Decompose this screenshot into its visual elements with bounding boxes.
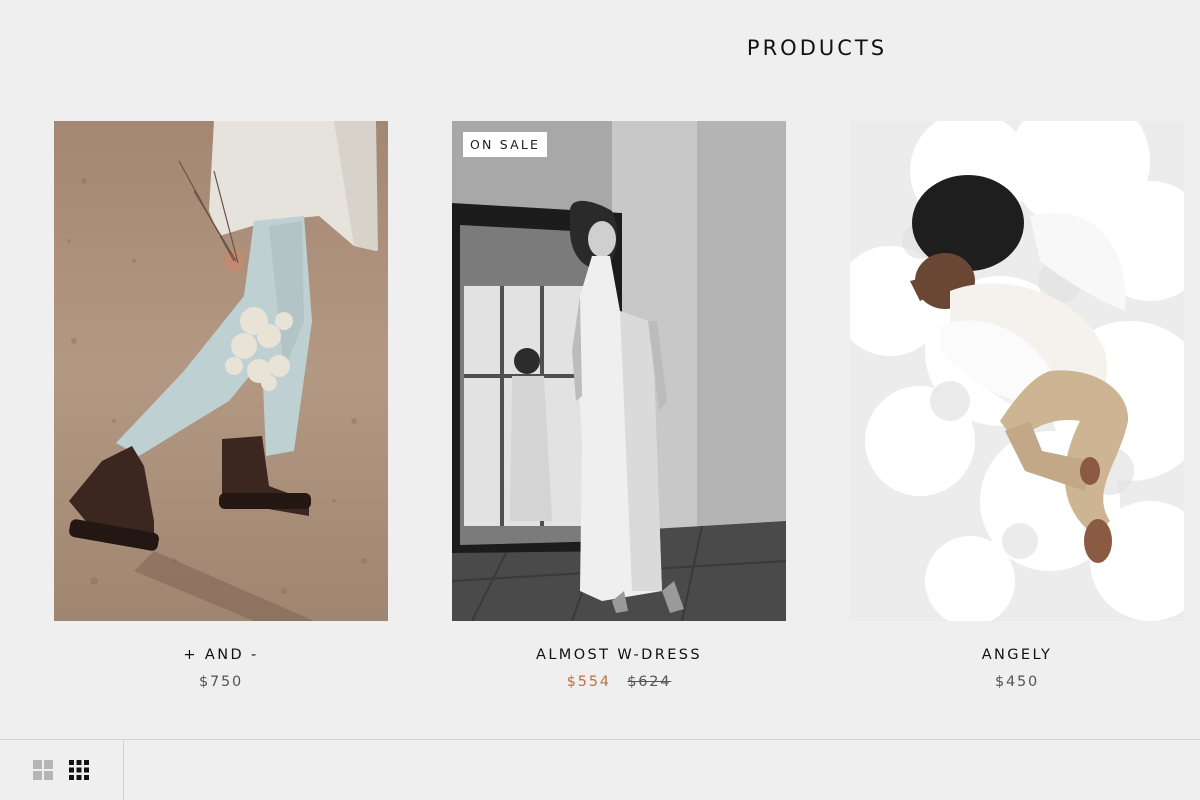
- original-price: $624: [627, 674, 672, 690]
- sale-price: $554: [566, 674, 611, 690]
- product-image[interactable]: [54, 121, 388, 621]
- product-price: $750: [198, 674, 244, 690]
- sale-badge: ON SALE: [463, 132, 548, 157]
- product-image[interactable]: [850, 121, 1184, 621]
- product-card[interactable]: + AND - $750: [54, 121, 388, 690]
- product-price: $450: [994, 674, 1040, 690]
- product-name[interactable]: ANGELY: [850, 647, 1184, 663]
- bottom-toolbar: [0, 739, 1200, 800]
- product-name[interactable]: + AND -: [54, 647, 388, 663]
- product-image[interactable]: ON SALE: [452, 121, 786, 621]
- product-card[interactable]: ON SALE ALMOST W-DRESS $554 $624: [452, 121, 786, 690]
- page-title: PRODUCTS: [746, 36, 888, 60]
- grid-layout-switcher: [0, 740, 124, 800]
- product-card[interactable]: ANGELY $450: [850, 121, 1184, 690]
- grid-3x3-icon[interactable]: [69, 760, 89, 784]
- product-name[interactable]: ALMOST W-DRESS: [452, 647, 786, 663]
- product-price: $554 $624: [452, 674, 786, 690]
- grid-2x2-icon[interactable]: [33, 760, 53, 784]
